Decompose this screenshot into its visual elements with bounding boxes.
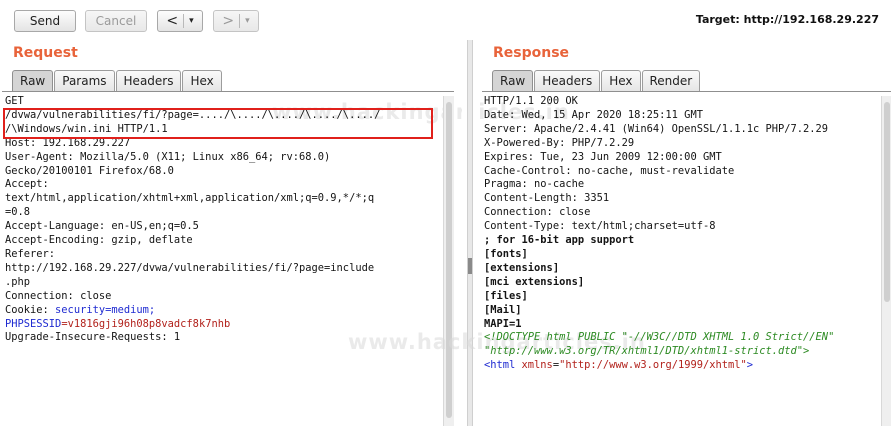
cookie-sessid-value: =v1816gji96h08p8vadcf8k7nhb xyxy=(61,317,231,330)
cookie-security: security=medium; xyxy=(55,303,156,316)
button-separator xyxy=(183,14,185,28)
scrollbar-thumb[interactable] xyxy=(884,102,890,302)
tab-hex[interactable]: Hex xyxy=(182,70,222,91)
tab-params[interactable]: Params xyxy=(54,70,115,91)
toolbar: Send Cancel < ▾ > ▾ Target: http://192.1… xyxy=(0,0,891,40)
cancel-button[interactable]: Cancel xyxy=(85,10,147,32)
editor-line: "http://www.w3.org/TR/xhtml1/DTD/xhtml1-… xyxy=(484,345,810,358)
editor-line: [mci extensions] xyxy=(484,275,585,288)
response-scrollbar[interactable] xyxy=(881,96,891,426)
cookie-key: Cookie: xyxy=(5,303,56,316)
splitter-handle-icon[interactable] xyxy=(468,258,472,274)
editor-line: Cache-Control: no-cache, must-revalidate xyxy=(484,164,735,177)
tab-headers[interactable]: Headers xyxy=(534,70,601,91)
splitter-grip[interactable] xyxy=(467,40,473,426)
request-scrollbar[interactable] xyxy=(443,96,454,426)
editor-line: ; for 16-bit app support xyxy=(484,234,635,247)
editor-line: Expires: Tue, 23 Jun 2009 12:00:00 GMT xyxy=(484,150,722,163)
tab-divider xyxy=(2,91,454,92)
forward-button[interactable]: > ▾ xyxy=(213,10,259,32)
editor-line: Content-Length: 3351 xyxy=(484,192,610,205)
editor-line: <!DOCTYPE html PUBLIC "-//W3C//DTD XHTML… xyxy=(484,331,835,344)
editor-line: HTTP/1.1 200 OK xyxy=(484,95,578,107)
forward-arrow-icon: > xyxy=(222,13,235,29)
editor-line: text/html,application/xhtml+xml,applicat… xyxy=(5,192,375,205)
editor-line: Connection: close xyxy=(484,206,591,219)
editor-line: Pragma: no-cache xyxy=(484,178,585,191)
editor-line: Content-Type: text/html;charset=utf-8 xyxy=(484,220,716,233)
editor-line: [files] xyxy=(484,289,528,302)
editor-line: Server: Apache/2.4.41 (Win64) OpenSSL/1.… xyxy=(484,122,829,135)
editor-line: Cookie: security=medium; xyxy=(5,304,441,318)
back-button[interactable]: < ▾ xyxy=(157,10,203,32)
dropdown-icon[interactable]: ▾ xyxy=(245,16,250,26)
editor-line: User-Agent: Mozilla/5.0 (X11; Linux x86_… xyxy=(5,150,331,163)
response-pane: Response Raw Headers Hex Render www.hack… xyxy=(348,40,891,426)
editor-line: GET xyxy=(5,95,24,107)
editor-line: Accept-Language: en-US,en;q=0.5 xyxy=(5,220,199,233)
editor-line: X-Powered-By: PHP/7.2.29 xyxy=(484,136,635,149)
editor-line: [Mail] xyxy=(484,303,522,316)
editor-line: [extensions] xyxy=(484,261,560,274)
editor-line: Accept-Encoding: gzip, deflate xyxy=(5,234,193,247)
tab-hex[interactable]: Hex xyxy=(601,70,641,91)
target-label[interactable]: Target: http://192.168.29.227 xyxy=(696,13,879,26)
response-tabs: Raw Headers Hex Render xyxy=(492,70,701,91)
highlight-box xyxy=(3,108,433,139)
html-tag-close: > xyxy=(746,359,754,372)
tab-divider xyxy=(482,91,891,92)
editor-line: Gecko/20100101 Firefox/68.0 xyxy=(5,164,174,177)
dropdown-icon[interactable]: ▾ xyxy=(189,16,194,26)
tab-raw[interactable]: Raw xyxy=(492,70,534,91)
pane-splitter[interactable] xyxy=(462,40,480,426)
editor-line: Connection: close xyxy=(5,289,112,302)
editor-line: Referer: xyxy=(5,247,56,260)
editor-line: .php xyxy=(5,275,31,288)
tab-headers[interactable]: Headers xyxy=(115,70,182,91)
html-attr-name: xmlns xyxy=(515,359,553,372)
tab-render[interactable]: Render xyxy=(641,70,701,91)
scrollbar-thumb[interactable] xyxy=(446,102,452,418)
request-tabs: Raw Params Headers Hex xyxy=(12,70,223,91)
back-arrow-icon: < xyxy=(166,13,179,29)
editor-line: [fonts] xyxy=(484,247,528,260)
editor-line: =0.8 xyxy=(5,206,31,219)
cookie-sessid-name: PHPSESSID xyxy=(5,317,62,330)
send-button[interactable]: Send xyxy=(14,10,76,32)
button-separator xyxy=(239,14,241,28)
html-tag-open: <html xyxy=(484,359,516,372)
tab-raw[interactable]: Raw xyxy=(12,70,54,91)
editor-line: <html xmlns="http://www.w3.org/1999/xhtm… xyxy=(484,359,881,373)
html-attr-value: "http://www.w3.org/1999/xhtml" xyxy=(559,359,747,372)
editor-line: MAPI=1 xyxy=(484,317,522,330)
request-title: Request xyxy=(13,45,78,61)
response-editor[interactable]: HTTP/1.1 200 OK Date: Wed, 15 Apr 2020 18… xyxy=(484,95,881,426)
editor-line: Date: Wed, 15 Apr 2020 18:25:11 GMT xyxy=(484,108,703,121)
request-pane: Request Raw Params Headers Hex www.hacki… xyxy=(0,40,569,426)
response-title: Response xyxy=(493,45,570,61)
editor-line: http://192.168.29.227/dvwa/vulnerabiliti… xyxy=(5,261,375,274)
request-editor[interactable]: GET/dvwa/vulnerabilities/fi/?page=..../\… xyxy=(5,95,441,426)
editor-line: Accept: xyxy=(5,178,49,191)
